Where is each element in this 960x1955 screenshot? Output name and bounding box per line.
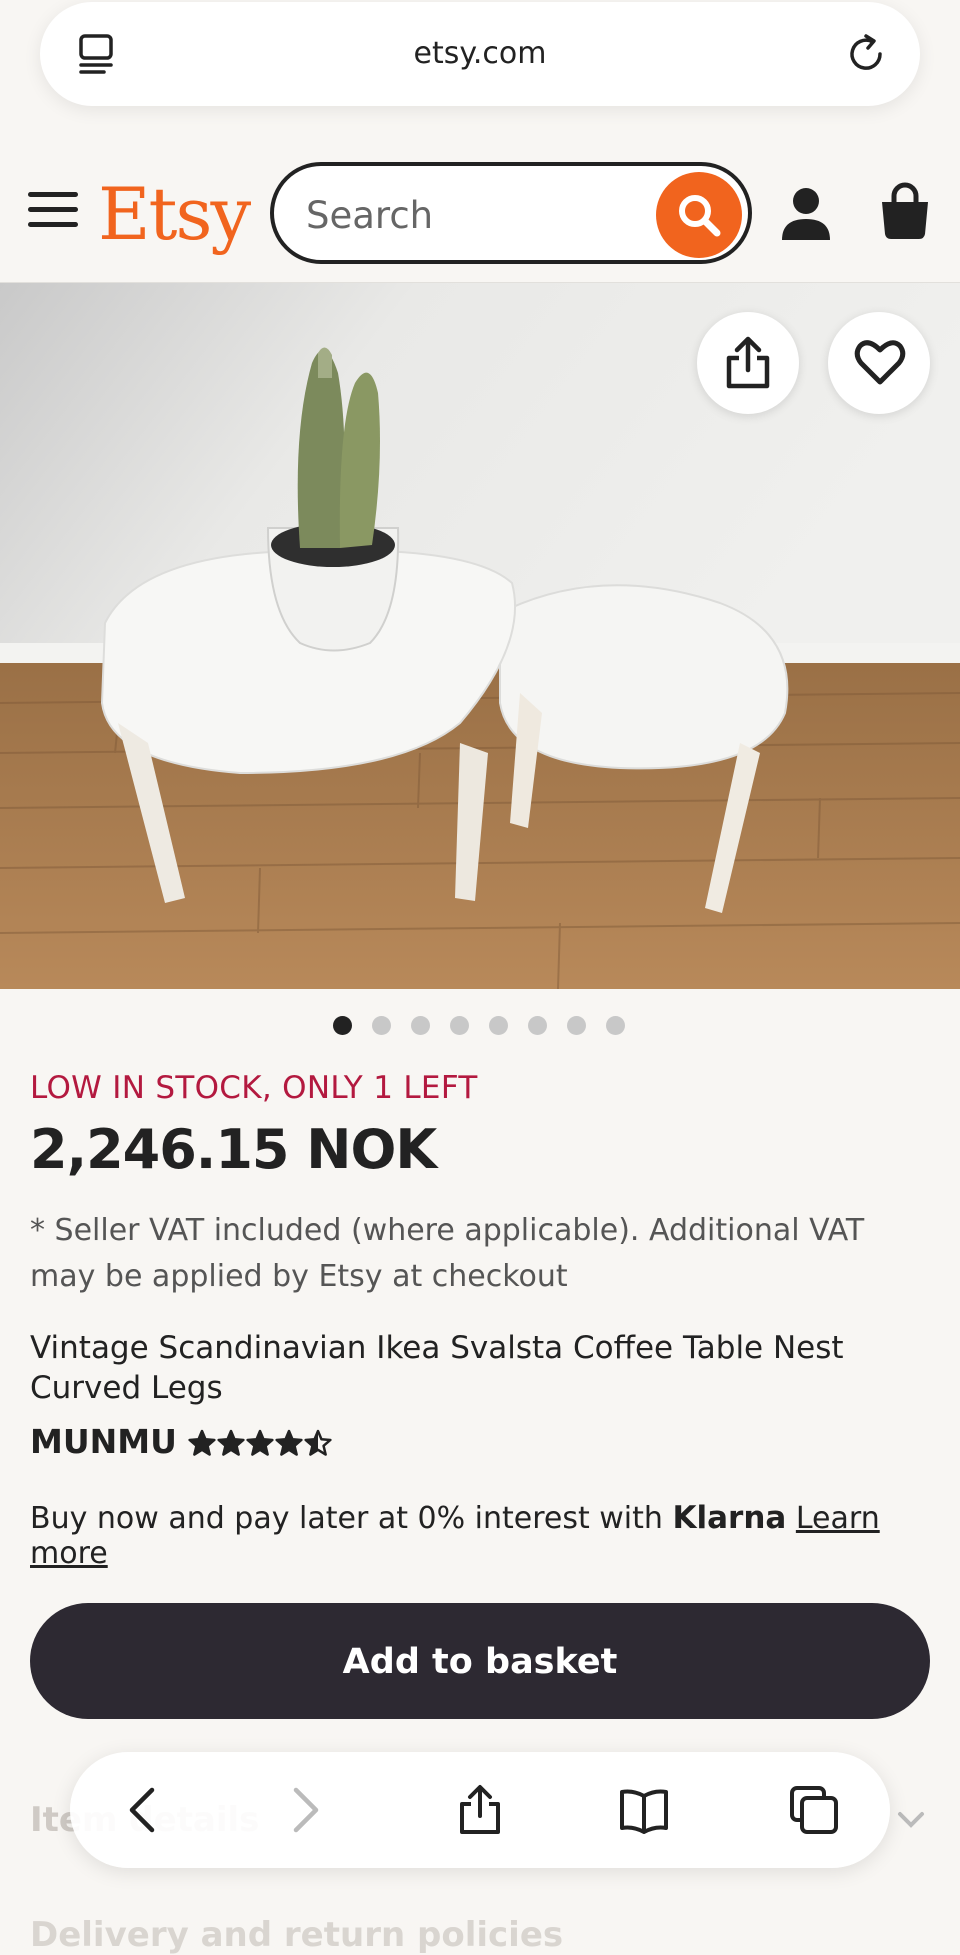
klarna-brand: Klarna (672, 1500, 787, 1536)
carousel-dot[interactable] (528, 1016, 547, 1035)
price: 2,246.15 NOK (30, 1118, 437, 1181)
klarna-text: Buy now and pay later at 0% interest wit… (30, 1501, 663, 1536)
url-pill[interactable]: etsy.com (40, 2, 920, 106)
carousel-dot[interactable] (567, 1016, 586, 1035)
share-icon (726, 336, 770, 389)
add-to-basket-button[interactable]: Add to basket (30, 1603, 930, 1719)
search-button[interactable] (656, 172, 742, 258)
star-icon (188, 1429, 216, 1456)
tabs-icon[interactable] (788, 1784, 840, 1836)
browser-address-bar: etsy.com (0, 0, 960, 150)
search-icon (679, 195, 721, 237)
carousel-dot[interactable] (333, 1016, 352, 1035)
shop-name[interactable]: MUNMU (30, 1422, 177, 1461)
reload-icon[interactable] (842, 30, 890, 78)
forward-icon[interactable] (278, 1784, 330, 1836)
shopping-bag-icon[interactable] (878, 182, 932, 240)
favorite-button[interactable] (828, 312, 930, 414)
site-header: Etsy (0, 150, 960, 283)
heart-icon (854, 340, 906, 385)
share-button[interactable] (697, 312, 799, 414)
etsy-logo[interactable]: Etsy (98, 172, 251, 256)
back-icon[interactable] (118, 1784, 170, 1836)
hamburger-menu-icon[interactable] (28, 190, 78, 230)
carousel-dot[interactable] (372, 1016, 391, 1035)
product-title: Vintage Scandinavian Ikea Svalsta Coffee… (30, 1330, 844, 1406)
search-input[interactable] (304, 190, 628, 240)
browser-toolbar (70, 1752, 890, 1868)
carousel-dot[interactable] (450, 1016, 469, 1035)
delivery-policies-header[interactable]: Delivery and return policies (30, 1915, 563, 1955)
star-icon (275, 1429, 303, 1456)
product-photo (0, 283, 960, 989)
rating-stars[interactable] (188, 1428, 338, 1460)
search-bar[interactable] (270, 162, 752, 264)
carousel-dot[interactable] (606, 1016, 625, 1035)
carousel-dot[interactable] (411, 1016, 430, 1035)
star-icon (217, 1429, 245, 1456)
klarna-promo: Buy now and pay later at 0% interest wit… (30, 1500, 960, 1571)
star-icon (246, 1429, 274, 1456)
stock-notice: LOW IN STOCK, ONLY 1 LEFT (30, 1070, 478, 1106)
carousel-dot[interactable] (489, 1016, 508, 1035)
url-text[interactable]: etsy.com (40, 36, 920, 71)
share-icon[interactable] (454, 1784, 506, 1836)
product-image[interactable] (0, 283, 960, 989)
chevron-down-icon[interactable] (896, 1810, 926, 1830)
vat-note: * Seller VAT included (where applicable)… (30, 1213, 865, 1294)
bookmarks-icon[interactable] (618, 1784, 670, 1836)
user-icon[interactable] (780, 186, 832, 242)
